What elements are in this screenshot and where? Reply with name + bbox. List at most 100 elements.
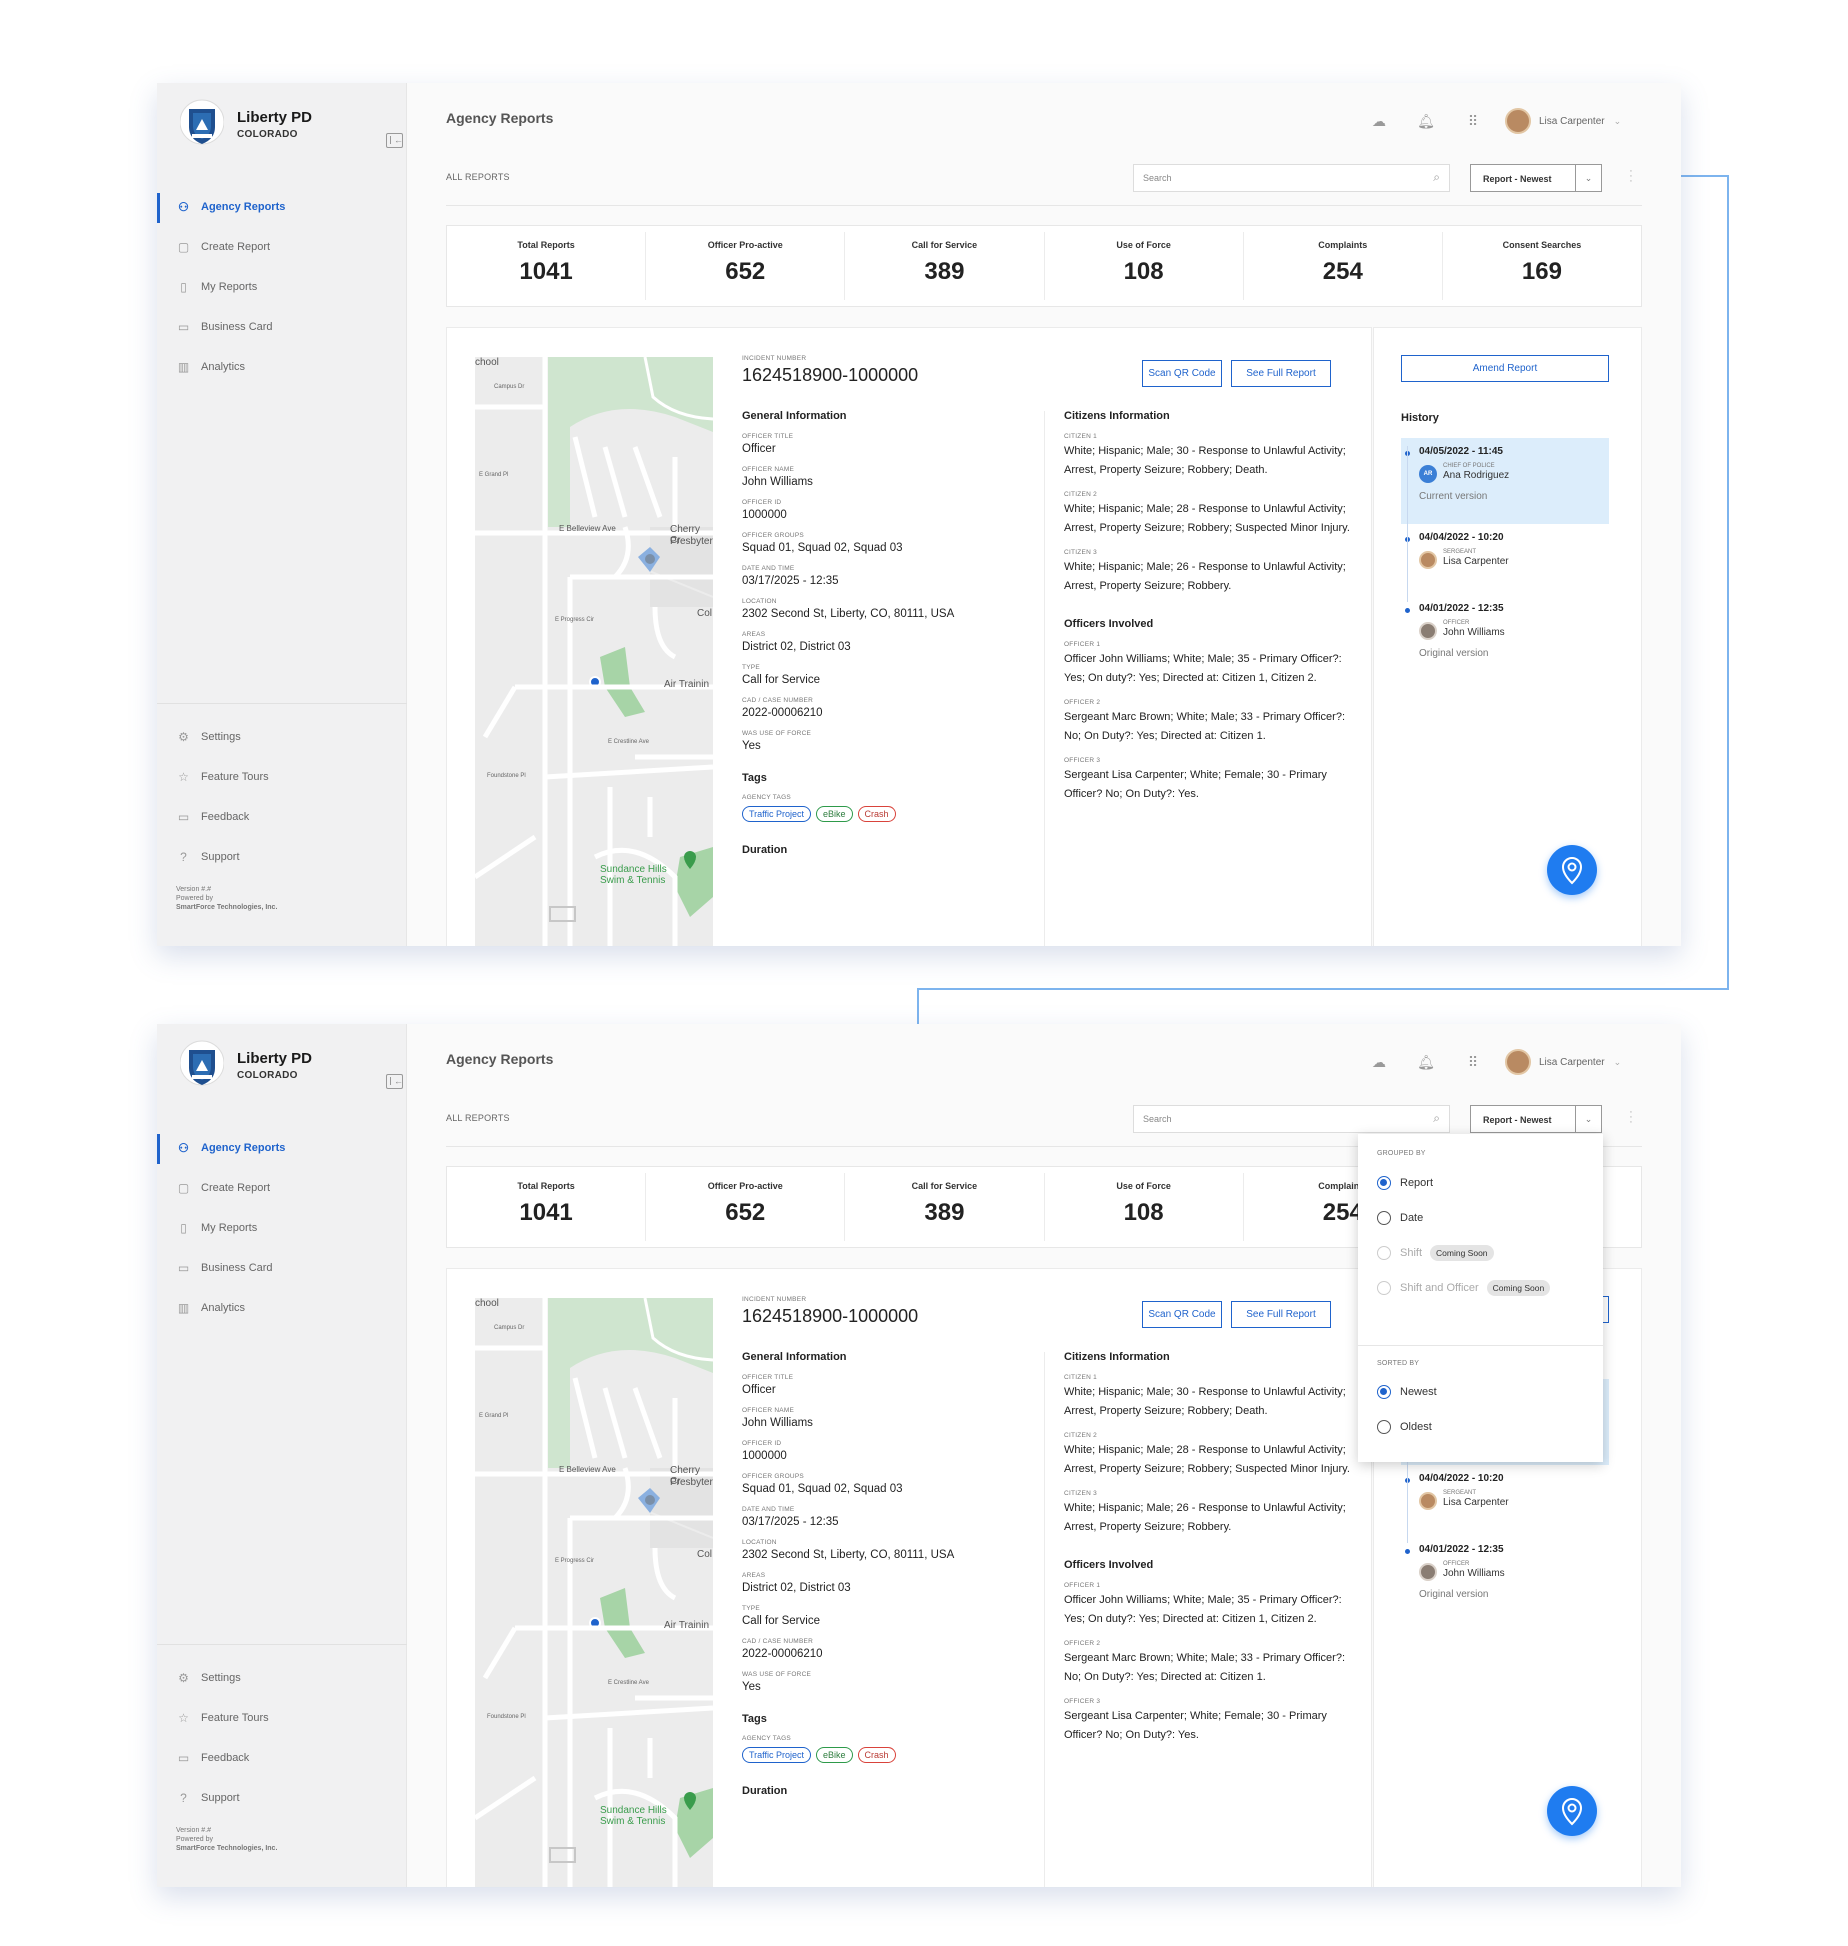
tag-traffic-project[interactable]: Traffic Project (742, 806, 812, 822)
sidebar-item-analytics[interactable]: ▥ Analytics (157, 1288, 407, 1328)
search-input[interactable]: Search ⌕ (1133, 164, 1450, 192)
user-name[interactable]: Lisa Carpenter (1539, 1057, 1605, 1068)
sidebar-divider (157, 1644, 407, 1645)
field-officer-name: OFFICER NAME John Williams (742, 466, 1032, 488)
sidebar-item-business-card[interactable]: ▭ Business Card (157, 307, 407, 347)
tag-ebike[interactable]: eBike (816, 806, 853, 822)
apps-grid-icon[interactable]: ⠿ (1462, 110, 1484, 132)
users-icon: ⚇ (178, 1141, 189, 1155)
sidebar-item-create-report[interactable]: ▢ Create Report (157, 227, 407, 267)
more-vertical-icon[interactable]: · · · (1629, 1107, 1633, 1128)
amend-report-button[interactable]: Amend Report (1401, 355, 1609, 382)
history-entry[interactable]: 04/01/2022 - 12:35 OFFICER John Williams… (1401, 1471, 1609, 1616)
field-value: White; Hispanic; Male; 26 - Response to … (1064, 1502, 1346, 1533)
sidebar-item-feature-tours[interactable]: ☆ Feature Tours (157, 1698, 407, 1738)
field-label: OFFICER ID (742, 1440, 782, 1447)
sidebar-item-my-reports[interactable]: ▯ My Reports (157, 267, 407, 307)
tag-traffic-project[interactable]: Traffic Project (742, 1747, 812, 1763)
scan-qr-button[interactable]: Scan QR Code (1142, 1301, 1222, 1328)
option-group-report[interactable]: Report (1377, 1173, 1433, 1193)
stat-total-reports[interactable]: Total Reports 1041 (447, 232, 647, 300)
stat-value: 652 (725, 258, 766, 285)
option-label: Shift and Officer (1400, 1282, 1479, 1294)
stat-complaints[interactable]: Complaints 254 (1244, 232, 1443, 300)
chevron-down-icon[interactable]: ⌄ (1614, 116, 1622, 127)
field-label: OFFICER 1 (1064, 1582, 1101, 1589)
history-note: Original version (1419, 1589, 1489, 1600)
tag-ebike[interactable]: eBike (816, 1747, 853, 1763)
sidebar-item-settings[interactable]: ⚙ Settings (157, 717, 407, 757)
cloud-sync-icon[interactable]: ☁ (1368, 1051, 1390, 1073)
field-label: DATE AND TIME (742, 565, 795, 572)
stat-use-of-force[interactable]: Use of Force 108 (1045, 232, 1244, 300)
field-value: Sergeant Marc Brown; White; Male; 33 - P… (1064, 1652, 1345, 1683)
radio-unselected[interactable] (1377, 1420, 1391, 1434)
option-label: Date (1400, 1212, 1424, 1224)
history-entry[interactable]: 04/01/2022 - 12:35 OFFICER John Williams… (1401, 530, 1609, 675)
sort-button[interactable]: Report - Newest (1470, 1105, 1576, 1133)
stat-use-of-force[interactable]: Use of Force 108 (1045, 1173, 1244, 1241)
option-sort-oldest[interactable]: Oldest (1377, 1417, 1432, 1437)
sidebar-item-feature-tours[interactable]: ☆ Feature Tours (157, 757, 407, 797)
option-sort-newest[interactable]: Newest (1377, 1382, 1437, 1402)
user-avatar[interactable] (1505, 1049, 1531, 1075)
field-value: White; Hispanic; Male; 26 - Response to … (1064, 561, 1346, 592)
bell-icon[interactable]: 🔔︎ (1415, 110, 1437, 132)
history-entry[interactable]: 04/04/2022 - 10:20 SERGEANT Lisa Carpent… (1401, 446, 1609, 596)
see-full-report-button[interactable]: See Full Report (1231, 360, 1331, 387)
field-areas: AREAS District 02, District 03 (742, 1572, 1032, 1594)
bell-icon[interactable]: 🔔︎ (1415, 1051, 1437, 1073)
collapse-sidebar-icon[interactable]: ← (386, 1074, 403, 1089)
sidebar-item-create-report[interactable]: ▢ Create Report (157, 1168, 407, 1208)
scan-qr-button[interactable]: Scan QR Code (1142, 360, 1222, 387)
radio-unselected[interactable] (1377, 1211, 1391, 1225)
stat-call-for-service[interactable]: Call for Service 389 (845, 232, 1045, 300)
incident-map[interactable]: chool E Belleview Ave Cherry Cr Presbyte… (475, 357, 713, 946)
option-group-date[interactable]: Date (1377, 1208, 1423, 1228)
id-card-icon: ▭ (177, 320, 190, 334)
field-value: Sergeant Marc Brown; White; Male; 33 - P… (1064, 711, 1345, 742)
user-avatar[interactable] (1505, 108, 1531, 134)
radio-selected[interactable] (1377, 1176, 1391, 1190)
search-input[interactable]: Search ⌕ (1133, 1105, 1450, 1133)
sidebar-item-my-reports[interactable]: ▯ My Reports (157, 1208, 407, 1248)
sidebar-item-settings[interactable]: ⚙ Settings (157, 1658, 407, 1698)
stat-call-for-service[interactable]: Call for Service 389 (845, 1173, 1045, 1241)
chevron-down-icon[interactable]: ⌄ (1576, 164, 1602, 192)
sidebar-item-agency-reports[interactable]: ⚇ Agency Reports (157, 1128, 407, 1168)
sidebar-item-analytics[interactable]: ▥ Analytics (157, 347, 407, 387)
sidebar: Liberty PD COLORADO ← ⚇ Agency Reports ▢ C… (157, 1024, 407, 1887)
history-entry-current[interactable]: 04/05/2022 - 11:45 AR CHIEF OF POLICE An… (1401, 438, 1609, 524)
field-officer-groups: OFFICER GROUPS Squad 01, Squad 02, Squad … (742, 1473, 1032, 1495)
apps-grid-icon[interactable]: ⠿ (1462, 1051, 1484, 1073)
stat-officer-pro-active[interactable]: Officer Pro-active 652 (646, 232, 846, 300)
tag-crash[interactable]: Crash (857, 1747, 896, 1763)
sort-button[interactable]: Report - Newest (1470, 164, 1576, 192)
map-pin-fab[interactable] (1547, 1786, 1597, 1836)
stat-total-reports[interactable]: Total Reports 1041 (447, 1173, 647, 1241)
sidebar-item-business-card[interactable]: ▭ Business Card (157, 1248, 407, 1288)
tag-crash[interactable]: Crash (857, 806, 896, 822)
see-full-report-button[interactable]: See Full Report (1231, 1301, 1331, 1328)
radio-selected[interactable] (1377, 1385, 1391, 1399)
coming-soon-badge: Coming Soon (1430, 1245, 1494, 1261)
incident-map[interactable]: chool E Belleview Ave Cherry Cr Presbyte… (475, 1298, 713, 1887)
collapse-sidebar-icon[interactable]: ← (386, 133, 403, 148)
chevron-down-icon[interactable]: ⌄ (1576, 1105, 1602, 1133)
section-title: General Information (742, 410, 847, 422)
sidebar-divider (157, 703, 407, 704)
sidebar-item-feedback[interactable]: ▭ Feedback (157, 797, 407, 837)
sidebar-item-support[interactable]: ? Support (157, 1778, 407, 1818)
sidebar-item-agency-reports[interactable]: ⚇ Agency Reports (157, 187, 407, 227)
stat-label: Officer Pro-active (707, 240, 783, 250)
stat-officer-pro-active[interactable]: Officer Pro-active 652 (646, 1173, 846, 1241)
stat-consent-searches[interactable]: Consent Searches 169 (1443, 232, 1641, 300)
more-vertical-icon[interactable]: · · · (1629, 166, 1633, 187)
cloud-sync-icon[interactable]: ☁ (1368, 110, 1390, 132)
sidebar-item-support[interactable]: ? Support (157, 837, 407, 877)
user-name[interactable]: Lisa Carpenter (1539, 116, 1605, 127)
sidebar-item-feedback[interactable]: ▭ Feedback (157, 1738, 407, 1778)
history-entry[interactable]: 04/04/2022 - 10:20 SERGEANT Lisa Carpent… (1401, 1387, 1609, 1537)
chevron-down-icon[interactable]: ⌄ (1614, 1057, 1622, 1068)
map-pin-fab[interactable] (1547, 845, 1597, 895)
